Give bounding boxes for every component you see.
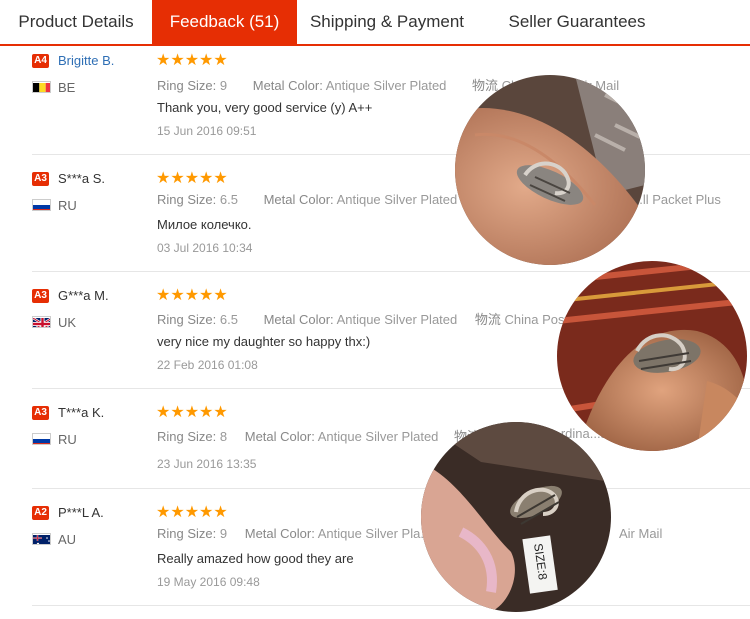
buyer-photo-ring-held[interactable] [557,261,747,451]
ring-size-label: Ring Size: [157,78,217,93]
feedback-text: Thank you, very good service (y) A++ [157,100,373,115]
buyer-country: RU [58,198,77,213]
flag-icon-ru [32,433,51,445]
flag-icon-be [32,81,51,93]
logistics-label: 物流 [474,312,501,327]
buyer-photo-ring-on-finger[interactable] [455,75,645,265]
metal-color-value: Antique Silver Plated [317,429,439,444]
tab-feedback[interactable]: Feedback (51) [152,0,297,44]
feedback-text: very nice my daughter so happy thx:) [157,334,371,349]
tab-shipping-payment[interactable]: Shipping & Payment [297,0,477,44]
buyer-name: S***a S. [58,171,105,186]
logistics-value-tail: Air Mail [619,526,663,541]
ring-size-value: 8 [219,429,228,444]
order-attributes: Ring Size: 6.5 Metal Color: Antique Silv… [157,309,590,328]
ring-size-label: Ring Size: [157,312,217,327]
ring-size-label: Ring Size: [157,429,217,444]
logistics-value: China Post [504,312,569,327]
feedback-text: Милое колечко. [157,217,252,232]
buyer-photo-ring-with-size-tag[interactable]: SIZE:8 [421,422,611,612]
ring-size-value: 6.5 [219,312,238,327]
buyer-level-badge: A3 [32,172,49,186]
logistics-label: 物流 [472,78,499,93]
tab-product-details[interactable]: Product Details [0,0,152,44]
buyer-name: P***L A. [58,505,104,520]
buyer-level-badge: A3 [32,406,49,420]
buyer-country: RU [58,432,77,447]
buyer-country: AU [58,532,77,547]
feedback-date: 23 Jun 2016 13:35 [157,457,257,471]
feedback-date: 22 Feb 2016 01:08 [157,358,258,372]
review-item: A2 P***L A. AU ★★★★★ Ring Size: 9 Metal … [32,489,750,606]
buyer-level-badge: A4 [32,54,49,68]
buyer-name[interactable]: Brigitte B. [58,53,114,68]
metal-color-label: Metal Color: [252,78,323,93]
feedback-tabs: Product Details Feedback (51) Shipping &… [0,0,750,46]
star-rating: ★★★★★ [156,170,228,187]
buyer-name: T***a K. [58,405,105,420]
feedback-date: 15 Jun 2016 09:51 [157,124,257,138]
feedback-date: 03 Jul 2016 10:34 [157,241,253,255]
metal-color-label: Metal Color: [244,429,315,444]
order-attributes: Ring Size: 9 Metal Color: Antique Silver… [157,526,453,541]
buyer-country: UK [58,315,77,330]
star-rating: ★★★★★ [156,287,228,304]
star-rating: ★★★★★ [156,52,228,69]
star-rating: ★★★★★ [156,404,228,421]
ring-size-label: Ring Size: [157,526,217,541]
ring-size-label: Ring Size: [157,192,217,207]
metal-color-value: Antique Silver Plated [336,312,458,327]
buyer-name: G***a M. [58,288,109,303]
metal-color-label: Metal Color: [244,526,315,541]
buyer-level-badge: A2 [32,506,49,520]
ring-size-value: 9 [219,78,228,93]
metal-color-value: Antique Silver Plated [336,192,458,207]
feedback-date: 19 May 2016 09:48 [157,575,260,589]
order-attributes: Ring Size: 8 Metal Color: Antique Silver… [157,426,480,445]
metal-color-value: Antique Silver Plated [325,78,447,93]
tab-seller-guarantees[interactable]: Seller Guarantees [477,0,677,44]
review-item: A4 Brigitte B. BE ★★★★★ Ring Size: 9 Met… [32,46,750,155]
order-attributes: Ring Size: 6.5 Metal Color: Antique Silv… [157,192,479,207]
flag-icon-uk [32,316,51,328]
flag-icon-ru [32,199,51,211]
metal-color-label: Metal Color: [263,312,334,327]
flag-icon-au [32,533,51,545]
metal-color-value: Antique Silver Pla... [317,526,432,541]
buyer-level-badge: A3 [32,289,49,303]
ring-size-value: 9 [219,526,228,541]
logistics-value-tail: ...ll Packet Plus [632,192,721,207]
star-rating: ★★★★★ [156,504,228,521]
buyer-country: BE [58,80,76,95]
feedback-text: Really amazed how good they are [157,551,354,566]
ring-size-value: 6.5 [219,192,238,207]
metal-color-label: Metal Color: [263,192,334,207]
